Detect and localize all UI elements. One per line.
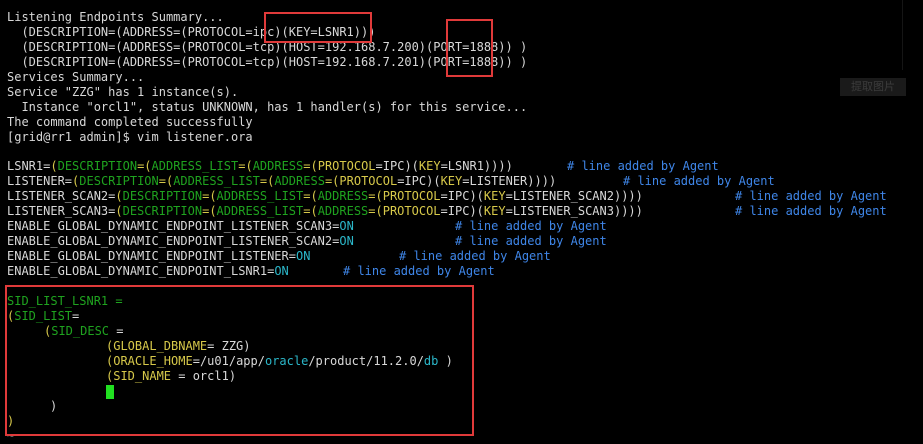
shell-prompt: [grid@rr1 admin]$ vim listener.ora [7, 130, 253, 144]
listener-line-scan2: LISTENER_SCAN2=(DESCRIPTION=(ADDRESS_LIS… [7, 189, 643, 203]
status-line: Instance "orcl1", status UNKNOWN, has 1 … [7, 100, 528, 114]
agent-comment: # line added by Agent [455, 234, 607, 248]
agent-comment: # line added by Agent [623, 174, 775, 188]
status-line: Services Summary... [7, 70, 145, 84]
highlight-box-sid-list [5, 285, 474, 436]
enable-line-listener: ENABLE_GLOBAL_DYNAMIC_ENDPOINT_LISTENER=… [7, 249, 311, 263]
enable-line-scan3: ENABLE_GLOBAL_DYNAMIC_ENDPOINT_LISTENER_… [7, 219, 354, 233]
listener-line-lsnr1: LSNR1=(DESCRIPTION=(ADDRESS_LIST=(ADDRES… [7, 159, 513, 173]
background-extract-image-button: 提取图片 [840, 78, 906, 96]
highlight-box-key [264, 12, 372, 43]
status-line: The command completed successfully [7, 115, 253, 129]
status-line: Service "ZZG" has 1 instance(s). [7, 85, 239, 99]
listener-line-scan3: LISTENER_SCAN3=(DESCRIPTION=(ADDRESS_LIS… [7, 204, 643, 218]
enable-line-lsnr1: ENABLE_GLOBAL_DYNAMIC_ENDPOINT_LSNR1=ON [7, 264, 289, 278]
agent-comment: # line added by Agent [343, 264, 495, 278]
agent-comment: # line added by Agent [567, 159, 719, 173]
agent-comment: # line added by Agent [735, 189, 887, 203]
agent-comment: # line added by Agent [455, 219, 607, 233]
background-window-edge [902, 0, 923, 70]
agent-comment: # line added by Agent [735, 204, 887, 218]
enable-line-scan2: ENABLE_GLOBAL_DYNAMIC_ENDPOINT_LISTENER_… [7, 234, 354, 248]
highlight-box-port [446, 19, 493, 77]
listener-line-listener: LISTENER=(DESCRIPTION=(ADDRESS_LIST=(ADD… [7, 174, 557, 188]
agent-comment: # line added by Agent [399, 249, 551, 263]
status-line: Listening Endpoints Summary... [7, 10, 224, 24]
